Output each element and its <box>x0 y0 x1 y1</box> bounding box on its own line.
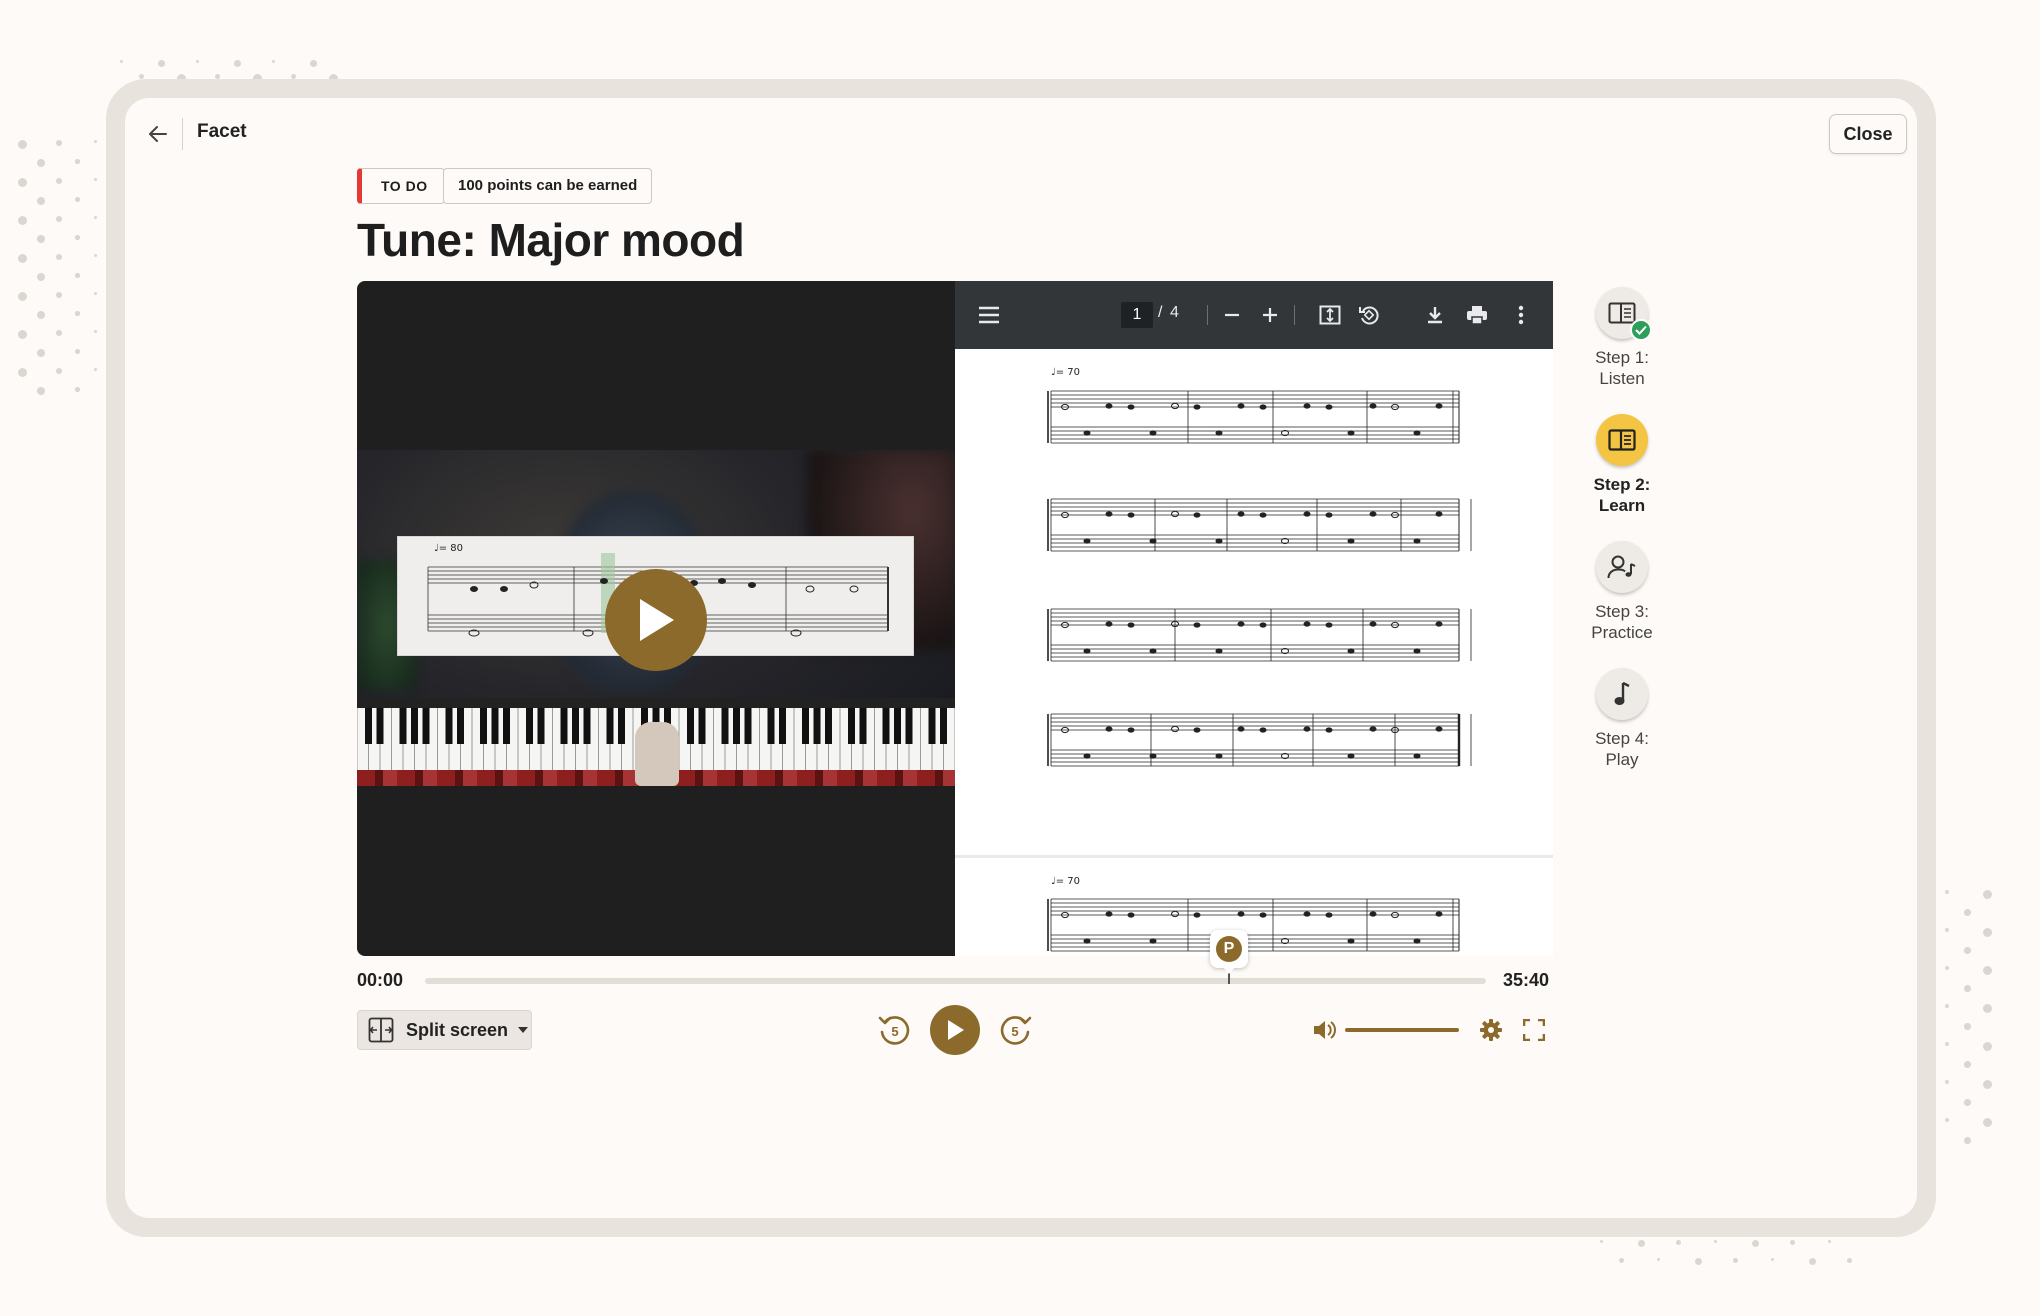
step-2-label-name: Learn <box>1598 496 1646 515</box>
pdf-toolbar: 1 / 4 <box>955 281 1553 349</box>
practice-marker-badge: P <box>1216 936 1242 962</box>
header-divider <box>182 118 183 150</box>
step-4-label-name: Play <box>1605 750 1639 769</box>
pdf-page-break <box>955 855 1553 858</box>
video-play-button[interactable] <box>605 569 707 671</box>
chevron-down-icon <box>518 1027 529 1033</box>
menu-icon <box>979 306 999 324</box>
more-vert-icon <box>1518 305 1524 325</box>
arrow-left-icon <box>149 126 167 142</box>
check-icon <box>1630 319 1652 341</box>
settings-button[interactable] <box>1477 1016 1505 1044</box>
pdf-tempo-marking-page2: ♩= 70 <box>1051 876 1080 887</box>
current-time: 00:00 <box>357 970 404 990</box>
book-open-icon <box>1608 302 1636 324</box>
rotate-icon <box>1359 306 1379 325</box>
page-title: Tune: Major mood <box>357 214 745 266</box>
pdf-page-separator: / <box>1158 304 1163 321</box>
print-icon <box>1467 306 1487 325</box>
video-tempo-marking: ♩= 80 <box>434 543 463 554</box>
status-badge: TO DO <box>357 168 445 204</box>
step-play[interactable]: Step 4: Play <box>1577 668 1667 770</box>
step-practice[interactable]: Step 3: Practice <box>1577 541 1667 643</box>
split-screen-dropdown[interactable]: Split screen <box>357 1010 532 1050</box>
pdf-menu-button[interactable] <box>975 301 1003 329</box>
progress-bar[interactable] <box>425 978 1486 984</box>
back-button[interactable] <box>140 116 176 152</box>
volume-icon <box>1314 1021 1336 1039</box>
pdf-tempo-marking: ♩= 70 <box>1051 367 1080 378</box>
forward-5-button[interactable]: 5 <box>996 1011 1034 1049</box>
fullscreen-icon <box>1523 1019 1545 1041</box>
app-title: Facet <box>197 121 247 142</box>
practice-marker[interactable]: P <box>1210 930 1248 974</box>
book-open-icon <box>1608 429 1636 451</box>
step-1-label-name: Listen <box>1599 369 1645 388</box>
forward-seconds-label: 5 <box>1011 1024 1018 1039</box>
pdf-page-input[interactable]: 1 <box>1121 302 1153 328</box>
pdf-fit-page-button[interactable] <box>1316 301 1344 329</box>
zoom-in-icon <box>1263 308 1277 322</box>
rewind-5-button[interactable]: 5 <box>876 1011 914 1049</box>
step-listen[interactable]: Step 1: Listen <box>1577 287 1667 389</box>
pdf-more-button[interactable] <box>1507 301 1535 329</box>
close-button[interactable]: Close <box>1829 114 1907 154</box>
play-icon <box>948 1020 964 1040</box>
play-icon <box>640 599 674 641</box>
forward-5-icon: 5 <box>1000 1016 1032 1045</box>
pdf-zoom-out-button[interactable] <box>1218 301 1246 329</box>
zoom-out-icon <box>1225 313 1239 317</box>
download-icon <box>1428 307 1442 324</box>
split-screen-icon <box>368 1017 394 1043</box>
gear-icon <box>1480 1019 1502 1041</box>
volume-button[interactable] <box>1310 1016 1338 1044</box>
total-time: 35:40 <box>1503 970 1550 990</box>
pdf-viewer: 1 / 4 ♩= 70 ♩= 70 <box>955 281 1553 956</box>
fit-page-icon <box>1319 305 1341 325</box>
user-music-icon <box>1607 555 1636 579</box>
sheet-music-page: ♩= 70 ♩= 70 <box>1047 367 1472 952</box>
pdf-zoom-in-button[interactable] <box>1256 301 1284 329</box>
points-badge: 100 points can be earned <box>443 168 653 204</box>
video-pane[interactable]: ♩= 80 <box>357 281 955 956</box>
pdf-page-total: 4 <box>1170 304 1179 321</box>
step-2-label-prefix: Step 2: <box>1593 475 1651 494</box>
music-note-icon <box>1614 681 1630 705</box>
rewind-5-icon: 5 <box>878 1016 910 1045</box>
play-button[interactable] <box>930 1005 980 1055</box>
pdf-rotate-button[interactable] <box>1355 301 1383 329</box>
volume-slider[interactable] <box>1345 1028 1459 1032</box>
media-player: ♩= 80 1 / 4 ♩= 70 ♩= 70 <box>357 281 1553 956</box>
pianist-hand <box>635 722 679 786</box>
pdf-download-button[interactable] <box>1421 301 1449 329</box>
step-learn[interactable]: Step 2: Learn <box>1577 414 1667 516</box>
fullscreen-button[interactable] <box>1520 1016 1548 1044</box>
rewind-seconds-label: 5 <box>891 1024 898 1039</box>
step-1-label-prefix: Step 1: <box>1595 348 1649 367</box>
step-4-label-prefix: Step 4: <box>1595 729 1649 748</box>
split-screen-label: Split screen <box>406 1019 509 1040</box>
step-3-label-prefix: Step 3: <box>1595 602 1649 621</box>
pdf-print-button[interactable] <box>1463 301 1491 329</box>
step-3-label-name: Practice <box>1591 623 1653 642</box>
